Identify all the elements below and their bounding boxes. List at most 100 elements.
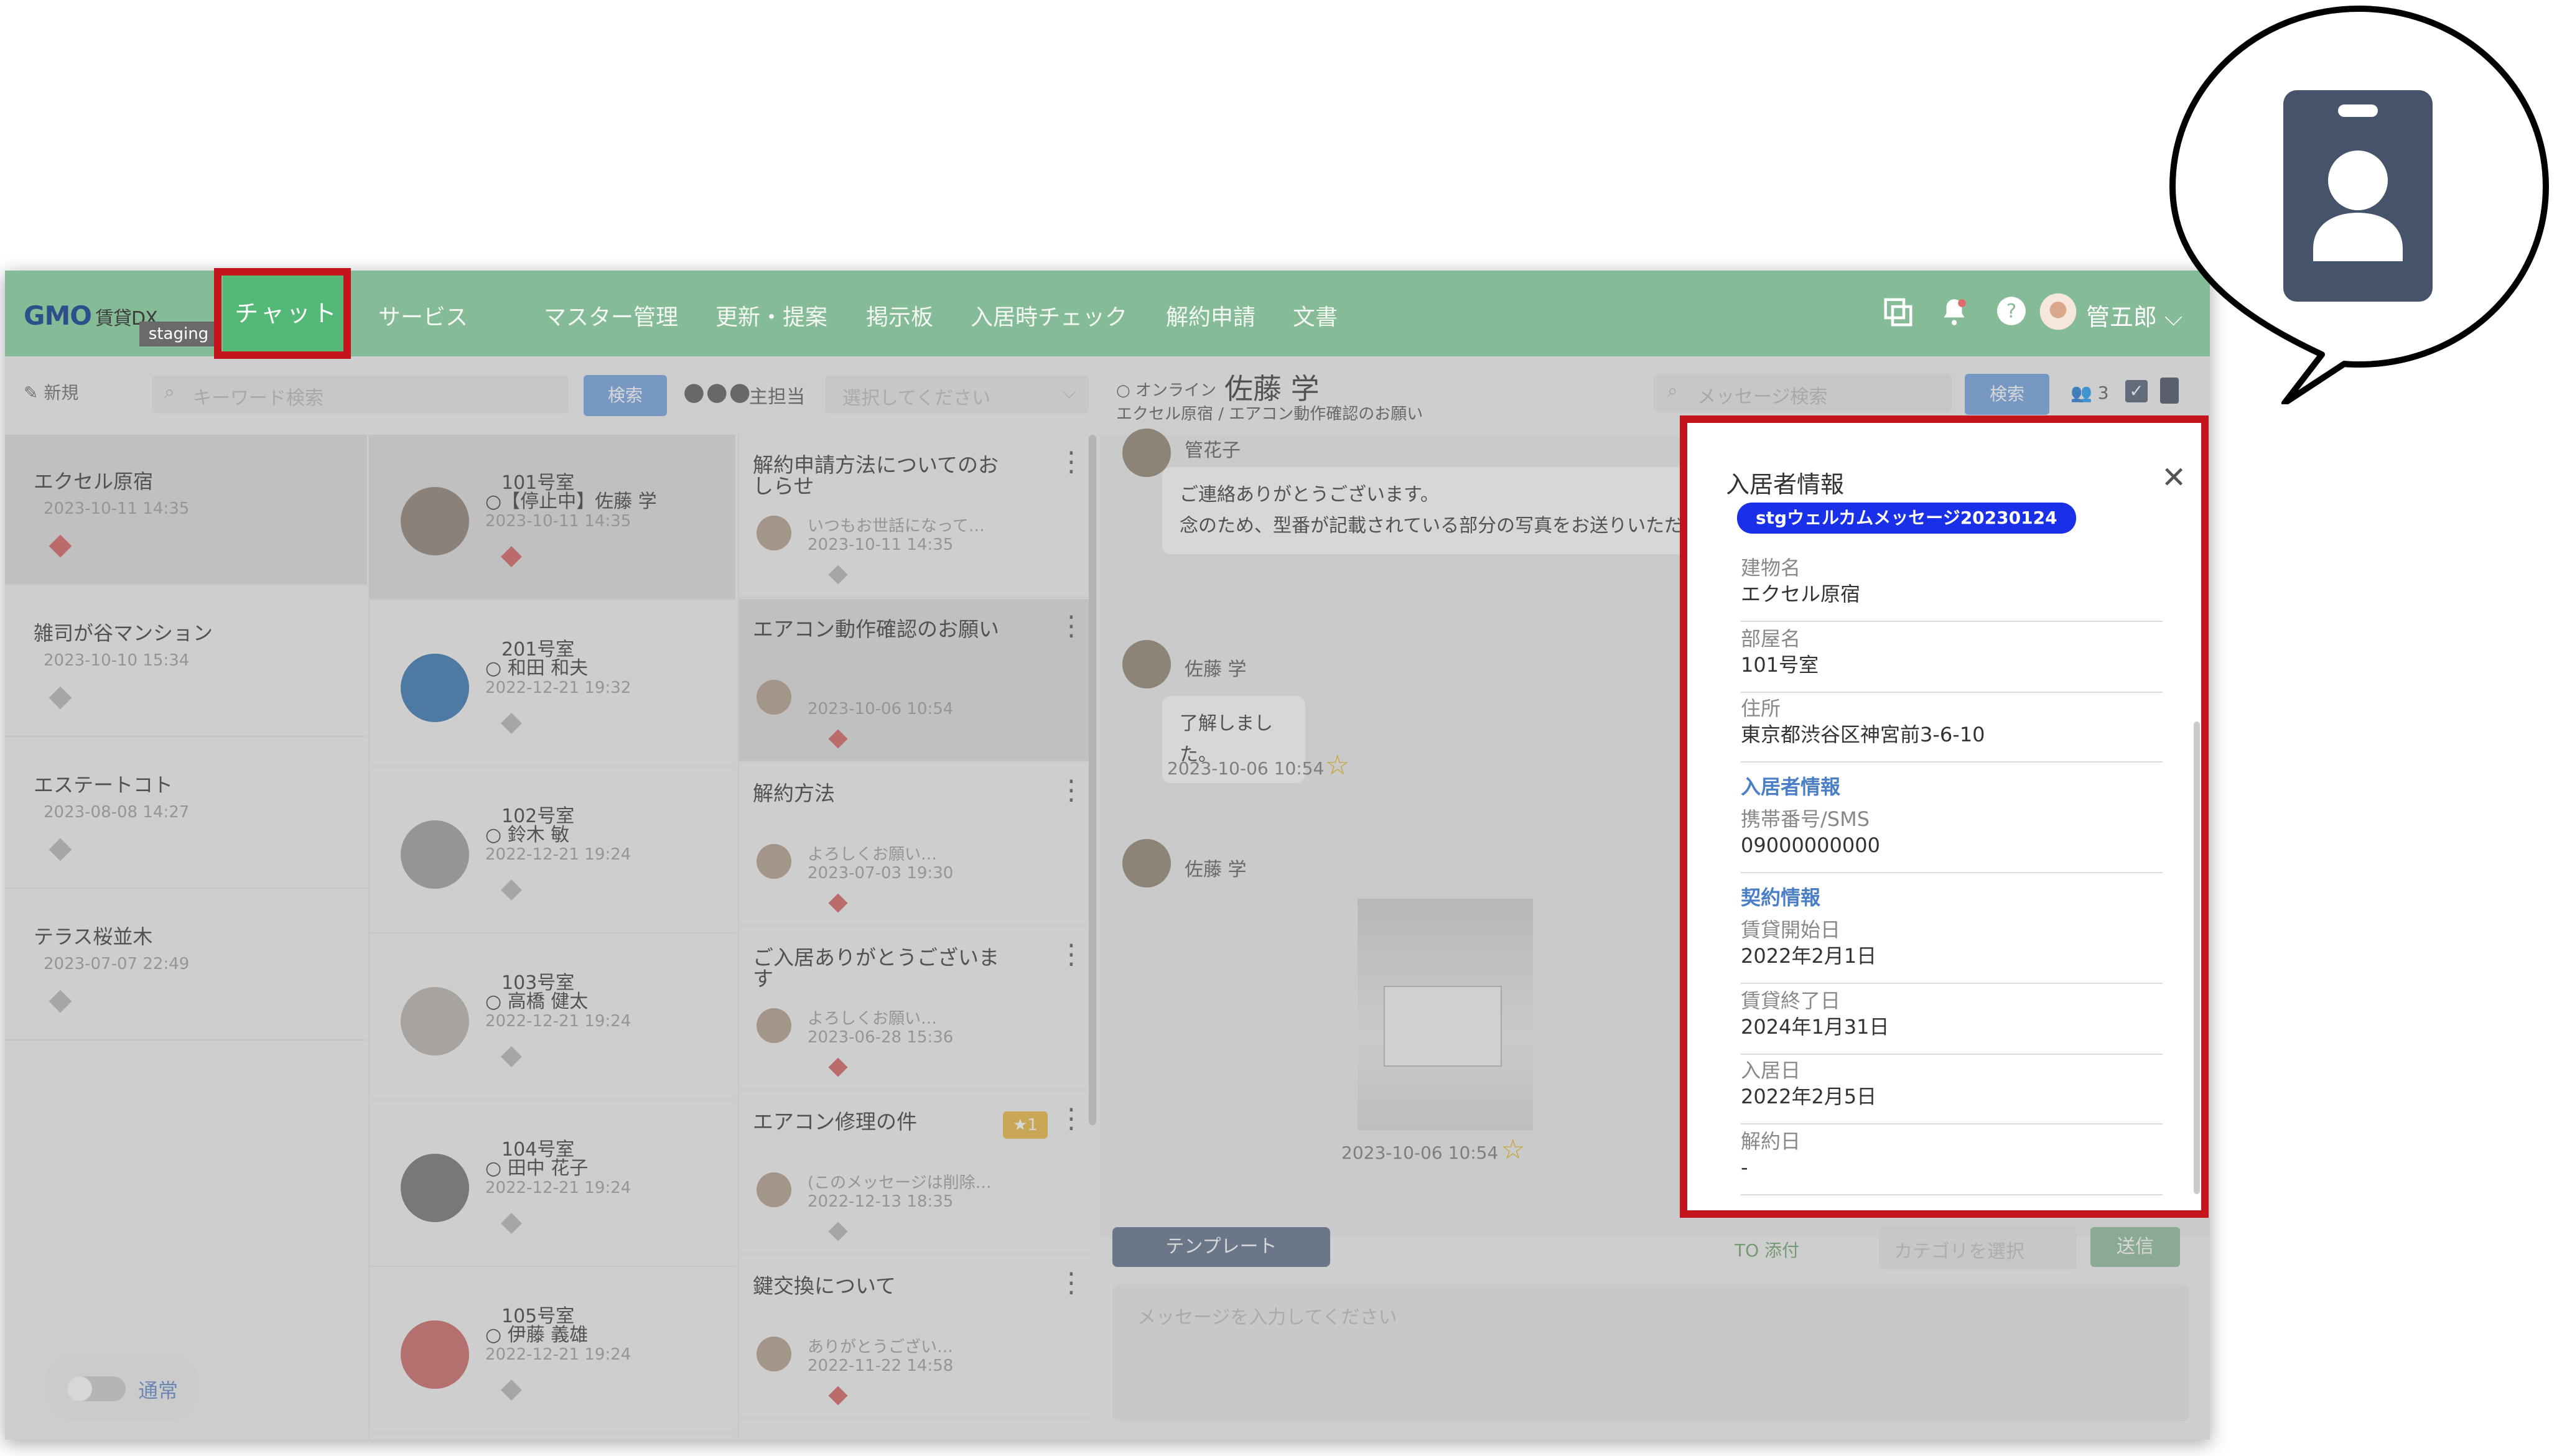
contact-card-icon <box>2283 90 2433 302</box>
nav-cancellation[interactable]: 解約申請 <box>1166 299 1255 332</box>
close-icon[interactable]: ✕ <box>2161 460 2186 495</box>
help-icon[interactable]: ? <box>1996 295 2027 333</box>
star-icon[interactable]: ☆ <box>1501 1134 1525 1166</box>
svg-text:?: ? <box>2006 300 2017 322</box>
kebab-menu-icon[interactable]: ⋮ <box>1058 939 1085 970</box>
staging-badge: staging <box>139 322 218 346</box>
avatar <box>1122 839 1171 888</box>
kebab-menu-icon[interactable]: ⋮ <box>1058 774 1085 806</box>
nav-checkin[interactable]: 入居時チェック <box>971 299 1127 332</box>
checkbox-icon[interactable]: ✓ <box>2125 380 2148 402</box>
new-button[interactable]: ✎ 新規 <box>24 379 78 404</box>
building-list: エクセル原宿 2023-10-11 14:35 雑司が谷マンション 2023-1… <box>5 435 367 1440</box>
highlight-chat-tab <box>214 268 351 359</box>
room-list: 101号室 ○【停止中】佐藤 学 2023-10-11 14:35 201号室 … <box>368 435 735 1440</box>
model-label-image <box>1384 986 1502 1067</box>
staff-select[interactable]: 選択してください ⌵ <box>825 375 1089 414</box>
bell-icon[interactable] <box>1939 295 1970 336</box>
thread-scrollbar[interactable] <box>1089 435 1096 1125</box>
kebab-menu-icon[interactable]: ⋮ <box>1058 1267 1085 1299</box>
list-item[interactable]: ご入居ありがとうございます ⋮ よろしくお願い… 2023-06-28 15:3… <box>739 927 1092 1090</box>
user-avatar[interactable] <box>2038 292 2078 338</box>
photo-attachment[interactable] <box>1358 899 1533 1130</box>
list-item[interactable]: 解約申請方法についてのおしらせ ⋮ いつもお世話になって… 2023-10-11… <box>739 435 1092 598</box>
avatar <box>401 487 469 555</box>
kebab-menu-icon[interactable]: ⋮ <box>1058 610 1085 642</box>
tag-icon <box>501 879 522 901</box>
resident-info-panel: 入居者情報 ✕ stgウェルカムメッセージ20230124 建物名 エクセル原宿 … <box>1680 415 2209 1218</box>
nav-master[interactable]: マスター管理 <box>544 299 678 332</box>
message-input[interactable]: メッセージを入力してください <box>1112 1284 2189 1421</box>
message-search-button[interactable]: 検索 <box>1965 374 2049 415</box>
list-item[interactable]: 103号室 ○ 高橋 健太 2022-12-21 19:24 <box>370 935 735 1100</box>
tag-icon <box>501 1046 522 1067</box>
list-item[interactable]: 105号室 ○ 伊藤 義雄 2022-12-21 19:24 <box>370 1268 735 1434</box>
members-icon[interactable]: 👥 3 <box>2071 383 2109 403</box>
lease-end-field: 賃貸終了日 2024年1月31日 <box>1741 988 2163 1055</box>
tag-icon <box>828 893 848 913</box>
tag-icon <box>828 1057 848 1077</box>
category-select[interactable]: カテゴリを選択 <box>1879 1226 2077 1269</box>
tag-icon <box>828 1386 848 1406</box>
online-status: ○ オンライン <box>1116 381 1216 400</box>
list-item[interactable]: 102号室 ○ 鈴木 敏 2022-12-21 19:24 <box>370 768 735 934</box>
tag-icon <box>501 546 522 567</box>
building-name-field: 建物名 エクセル原宿 <box>1741 555 2163 622</box>
tag-icon <box>501 713 522 734</box>
tag-icon <box>828 1222 848 1241</box>
tag-icon <box>49 990 72 1013</box>
avatar <box>401 820 469 889</box>
template-button[interactable]: テンプレート <box>1112 1227 1330 1267</box>
list-item[interactable]: エアコン修理の件 ★1 ⋮ (このメッセージは削除… 2022-12-13 18… <box>739 1092 1092 1254</box>
to-attach-buttons[interactable]: TO 添付 <box>1735 1237 1799 1262</box>
list-item[interactable]: 雑司が谷マンション 2023-10-10 15:34 <box>5 587 367 737</box>
tag-icon <box>49 534 72 558</box>
callout-bubble <box>2169 6 2549 404</box>
message-timestamp: 2023-10-06 10:54 <box>1341 1143 1499 1163</box>
list-item[interactable]: 鍵交換について ⋮ ありがとうござい… 2022-11-22 14:58 <box>739 1256 1092 1419</box>
chevron-down-icon: ⌵ <box>1062 381 1076 403</box>
nav-board[interactable]: 掲示板 <box>866 299 933 332</box>
list-item[interactable]: 解約方法 ⋮ よろしくお願い… 2023-07-03 19:30 <box>739 763 1092 926</box>
kebab-menu-icon[interactable]: ⋮ <box>1058 446 1085 478</box>
list-item[interactable]: エアコン動作確認のお願い ⋮ 2023-10-06 10:54 <box>739 599 1092 762</box>
chat-subtitle: エクセル原宿 / エアコン動作確認のお願い <box>1116 405 1423 424</box>
search-icon: ⌕ <box>164 381 175 403</box>
search-button[interactable]: 検索 <box>584 375 667 416</box>
avatar <box>401 987 469 1055</box>
panel-title: 入居者情報 <box>1726 471 1845 498</box>
star-icon[interactable]: ☆ <box>1325 749 1349 781</box>
search-icon: ⌕ <box>1667 380 1678 402</box>
panel-scrollbar[interactable] <box>2194 721 2200 1194</box>
list-item[interactable]: テラス桜並木 2023-07-07 22:49 <box>5 890 367 1041</box>
tag-icon <box>501 1379 522 1401</box>
copy-icon[interactable] <box>1881 295 1915 336</box>
kebab-menu-icon[interactable]: ⋮ <box>1058 1103 1085 1134</box>
avatar <box>757 516 791 550</box>
section-contract: 契約情報 <box>1741 886 1821 909</box>
avatar <box>757 1337 791 1371</box>
avatar <box>757 844 791 879</box>
list-item[interactable]: エクセル原宿 2023-10-11 14:35 <box>5 435 367 585</box>
list-item[interactable]: エステートコト 2023-08-08 14:27 <box>5 738 367 889</box>
avatar <box>401 1320 469 1389</box>
move-in-date-field: 入居日 2022年2月5日 <box>1741 1057 2163 1124</box>
section-resident: 入居者情報 <box>1741 775 1841 799</box>
mode-toggle[interactable]: 通常 <box>44 1353 200 1421</box>
message-search-input[interactable]: ⌕ メッセージ検索 <box>1654 374 1952 412</box>
staff-label: 主担当 <box>749 386 805 408</box>
send-button[interactable]: 送信 <box>2090 1227 2180 1267</box>
nav-service[interactable]: サービス <box>378 299 468 332</box>
tag-icon <box>828 729 848 749</box>
list-item[interactable]: 101号室 ○【停止中】佐藤 学 2023-10-11 14:35 <box>370 435 735 600</box>
list-item[interactable]: 201号室 ○ 和田 和夫 2022-12-21 19:32 <box>370 601 735 767</box>
avatar <box>401 1154 469 1222</box>
address-field: 住所 東京都渋谷区神宮前3-6-10 <box>1741 695 2163 763</box>
list-item[interactable]: 104号室 ○ 田中 花子 2022-12-21 19:24 <box>370 1101 735 1267</box>
more-icon[interactable]: ●●● <box>683 378 752 406</box>
nav-renewal[interactable]: 更新・提案 <box>715 299 827 332</box>
tag-icon <box>501 1213 522 1234</box>
nav-documents[interactable]: 文書 <box>1293 299 1338 332</box>
phone-field: 携帯番号/SMS 09000000000 <box>1741 806 2163 873</box>
keyword-search-input[interactable]: ⌕ キーワード検索 <box>152 375 569 414</box>
